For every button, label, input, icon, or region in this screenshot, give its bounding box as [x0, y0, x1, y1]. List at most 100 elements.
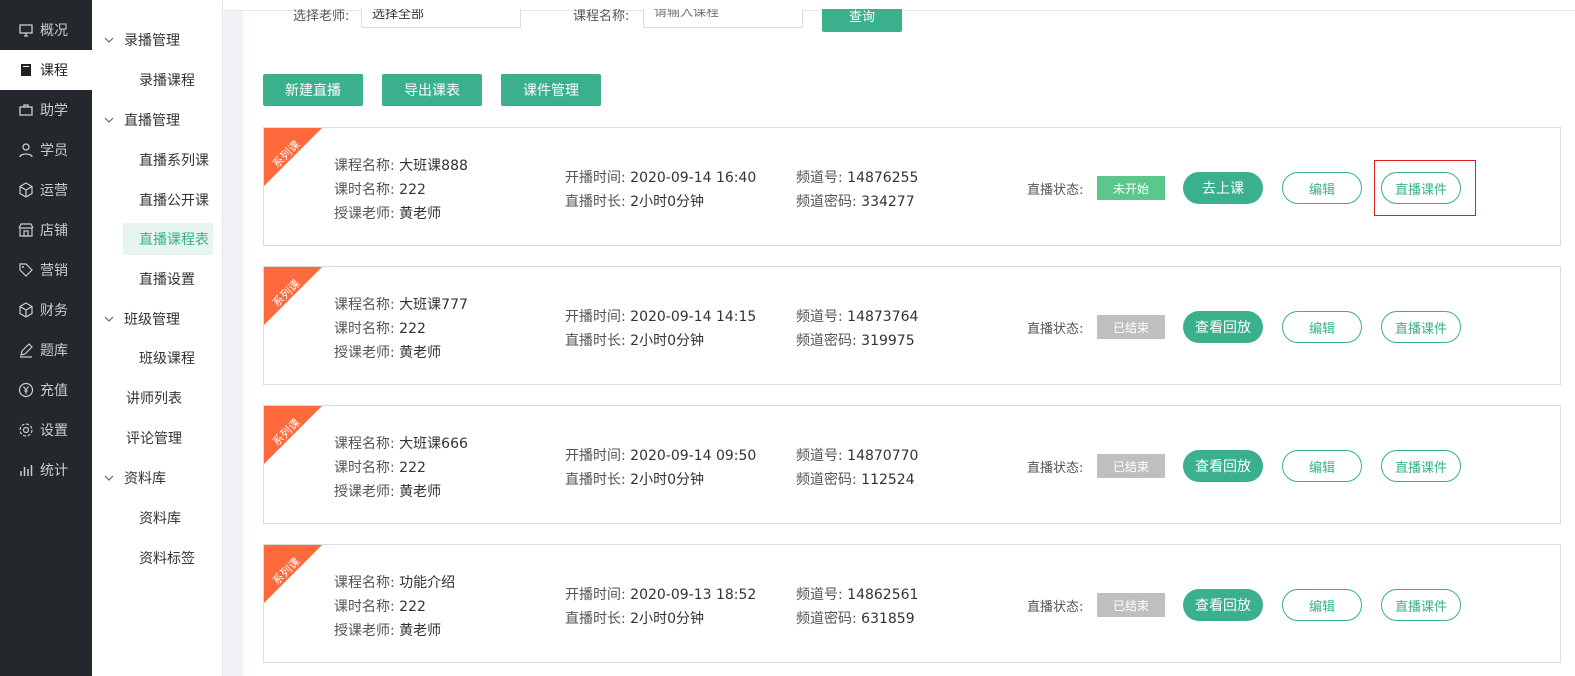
edit-button[interactable]: 编辑	[1282, 172, 1362, 204]
teacher-label: 授课老师:	[334, 345, 395, 361]
cube-icon	[18, 182, 34, 198]
lesson-name-label: 课时名称:	[334, 321, 395, 337]
nav-label: 统计	[40, 463, 68, 479]
channel-label: 频道号:	[796, 587, 843, 603]
channel-password-value: 631859	[861, 611, 915, 627]
lesson-name-value: 222	[399, 460, 426, 476]
channel-password-label: 频道密码:	[796, 333, 857, 349]
view-replay-button[interactable]: 查看回放	[1183, 311, 1263, 343]
channel-value: 14876255	[847, 170, 919, 186]
teacher-value: 黄老师	[399, 484, 442, 500]
nav-item-marketing[interactable]: 营销	[0, 250, 92, 290]
start-time-value: 2020-09-13 18:52	[630, 587, 757, 603]
series-ribbon: 系列课	[264, 545, 324, 605]
live-courseware-button[interactable]: 直播课件	[1381, 311, 1461, 343]
subnav-item-live-schedule[interactable]: 直播课程表	[123, 223, 213, 255]
nav-item-question-bank[interactable]: 题库	[0, 330, 92, 370]
status-label: 直播状态:	[1027, 322, 1084, 337]
nav-item-assist[interactable]: 助学	[0, 90, 92, 130]
nav-item-store[interactable]: 店铺	[0, 210, 92, 250]
nav-item-recharge[interactable]: 充值	[0, 370, 92, 410]
edit-button[interactable]: 编辑	[1282, 450, 1362, 482]
start-time-value: 2020-09-14 16:40	[630, 170, 757, 186]
teacher-value: 黄老师	[399, 206, 442, 222]
duration-value: 2小时0分钟	[630, 472, 704, 488]
nav-label: 财务	[40, 303, 68, 319]
status-badge: 未开始	[1097, 176, 1165, 200]
subnav-item-comments[interactable]: 评论管理	[92, 423, 223, 453]
subnav-item-label: 直播系列课	[139, 153, 209, 169]
chevron-down-icon	[104, 316, 114, 322]
subnav-group-label: 直播管理	[124, 113, 180, 129]
view-replay-button[interactable]: 查看回放	[1183, 450, 1263, 482]
subnav-item-live-settings[interactable]: 直播设置	[123, 263, 213, 295]
export-schedule-button[interactable]: 导出课表	[382, 74, 482, 106]
nav-item-statistics[interactable]: 统计	[0, 450, 92, 490]
channel-value: 14862561	[847, 587, 919, 603]
subnav-item-lecturers[interactable]: 讲师列表	[92, 383, 223, 413]
nav-item-operations[interactable]: 运营	[0, 170, 92, 210]
edit-button[interactable]: 编辑	[1282, 589, 1362, 621]
nav-label: 助学	[40, 103, 68, 119]
course-name-value: 功能介绍	[399, 575, 456, 591]
nav-item-students[interactable]: 学员	[0, 130, 92, 170]
subnav-group-materials[interactable]: 资料库	[92, 463, 223, 493]
nav-item-settings[interactable]: 设置	[0, 410, 92, 450]
courseware-manage-button[interactable]: 课件管理	[501, 74, 601, 106]
subnav-group-class[interactable]: 班级管理	[92, 304, 223, 334]
series-ribbon: 系列课	[264, 406, 324, 466]
main-content: 选择老师: 课程名称: 查询 新建直播 导出课表 课件管理 系列课 课程名称: …	[243, 9, 1575, 676]
user-icon	[18, 142, 34, 158]
chevron-down-icon	[104, 475, 114, 481]
subnav-item-label: 录播课程	[139, 73, 195, 89]
subnav-item-live-open[interactable]: 直播公开课	[123, 184, 213, 216]
channel-password-value: 112524	[861, 472, 915, 488]
course-search-input[interactable]	[643, 9, 803, 28]
chevron-down-icon	[104, 37, 114, 43]
subnav-group-live[interactable]: 直播管理	[92, 105, 223, 135]
yen-icon	[18, 382, 34, 398]
subnav-item-live-series[interactable]: 直播系列课	[123, 144, 213, 176]
subnav-item-class-courses[interactable]: 班级课程	[123, 342, 213, 374]
lesson-card: 系列课 课程名称: 大班课888 课时名称: 222 授课老师: 黄老师 开播时…	[263, 127, 1561, 246]
subnav-item-recorded-courses[interactable]: 录播课程	[123, 64, 213, 96]
status-badge: 已结束	[1097, 315, 1165, 339]
start-time-label: 开播时间:	[565, 587, 626, 603]
duration-label: 直播时长:	[565, 333, 626, 349]
teacher-value: 黄老师	[399, 623, 442, 639]
live-courseware-button[interactable]: 直播课件	[1381, 589, 1461, 621]
lesson-card: 系列课 课程名称: 大班课777 课时名称: 222 授课老师: 黄老师 开播时…	[263, 266, 1561, 385]
live-courseware-button[interactable]: 直播课件	[1381, 450, 1461, 482]
edit-button[interactable]: 编辑	[1282, 311, 1362, 343]
course-name-label: 课程名称:	[334, 436, 395, 452]
teacher-filter-label: 选择老师:	[293, 9, 350, 24]
tag-icon	[18, 262, 34, 278]
briefcase-icon	[18, 102, 34, 118]
lesson-name-label: 课时名称:	[334, 599, 395, 615]
lesson-card: 系列课 课程名称: 功能介绍 课时名称: 222 授课老师: 黄老师 开播时间:…	[263, 544, 1561, 663]
channel-label: 频道号:	[796, 309, 843, 325]
view-replay-button[interactable]: 查看回放	[1183, 589, 1263, 621]
nav-item-finance[interactable]: 财务	[0, 290, 92, 330]
nav-label: 店铺	[40, 223, 68, 239]
teacher-select[interactable]	[361, 9, 521, 28]
go-to-class-button[interactable]: 去上课	[1183, 172, 1263, 204]
subnav-group-recorded[interactable]: 录播管理	[92, 25, 223, 55]
course-filter-label: 课程名称:	[573, 9, 630, 24]
subnav-item-label: 班级课程	[139, 351, 195, 367]
subnav-item-material-tags[interactable]: 资料标签	[123, 542, 213, 574]
start-time-label: 开播时间:	[565, 309, 626, 325]
nav-item-courses[interactable]: 课程	[0, 50, 92, 90]
subnav-item-materials[interactable]: 资料库	[123, 502, 213, 534]
monitor-icon	[18, 22, 34, 38]
duration-label: 直播时长:	[565, 611, 626, 627]
new-live-button[interactable]: 新建直播	[263, 74, 363, 106]
nav-label: 课程	[40, 63, 68, 79]
channel-value: 14870770	[847, 448, 919, 464]
nav-label: 设置	[40, 423, 68, 439]
search-button[interactable]: 查询	[822, 9, 902, 32]
channel-password-value: 319975	[861, 333, 915, 349]
nav-label: 充值	[40, 383, 68, 399]
chevron-down-icon	[104, 117, 114, 123]
nav-item-overview[interactable]: 概况	[0, 10, 92, 50]
